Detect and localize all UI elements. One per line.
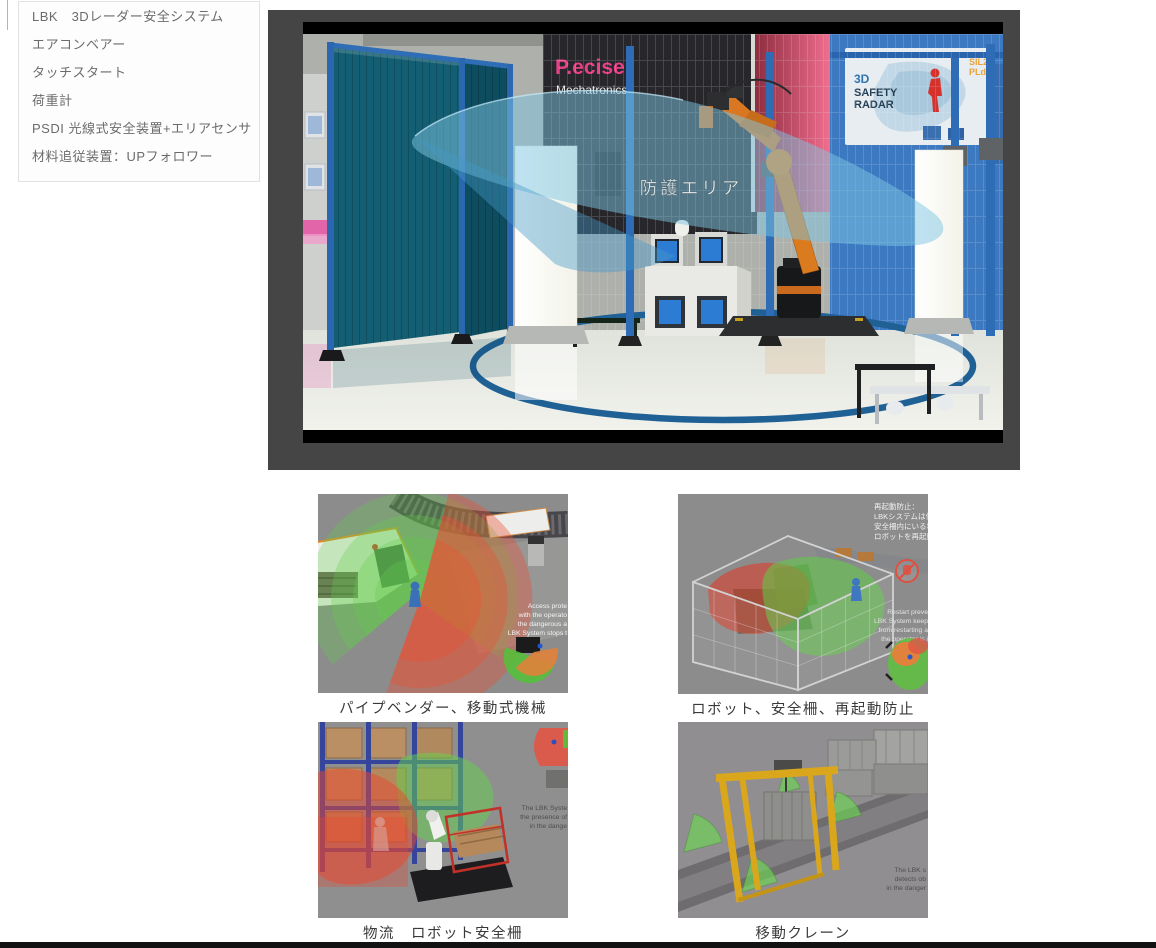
product-page: LBK 3Dレーダー安全システム エアコンベアー タッチスタート 荷重計 PSD… xyxy=(0,0,1156,948)
video-frame: P.ecise Mechatronics 3D SAFETY RADAR SIL… xyxy=(303,22,1003,443)
product-menu: LBK 3Dレーダー安全システム エアコンベアー タッチスタート 荷重計 PSD… xyxy=(18,1,260,182)
annotation-line: LBK System stops t xyxy=(508,630,567,637)
usecase-mobile-crane-image: The LBK s detects ob in the danger xyxy=(678,722,928,918)
usecase-mobile-crane: The LBK s detects ob in the danger 移動クレー… xyxy=(678,722,928,943)
sidebar-item-psdi-sensor[interactable]: PSDI 光線式安全装置+エリアセンサ xyxy=(19,115,259,143)
left-divider xyxy=(7,0,8,30)
protection-area-label: 防護エリア xyxy=(640,178,743,198)
usecase-logistics: The LBK Syste the presence of in the dan… xyxy=(318,722,568,943)
operator-figure xyxy=(852,578,860,586)
usecase-logistics-image: The LBK Syste the presence of in the dan… xyxy=(318,722,568,918)
annotation-line: the dangerous a xyxy=(518,621,567,628)
annotation-line: The LBK Syste xyxy=(522,805,568,812)
annotation-line: in the dange xyxy=(530,823,568,830)
annotation-line: Restart preve xyxy=(887,609,928,616)
annotation-line: from restarting a xyxy=(879,627,928,634)
annotation-line: 再起動防止： xyxy=(874,501,919,511)
usecase-robot-cage-image: 再起動防止： LBKシステムは作業 安全柵内にいる場合 ロボットを再起動さ Re… xyxy=(678,494,928,694)
no-restart-icon xyxy=(896,560,918,582)
annotation-line: 安全柵内にいる場合 xyxy=(874,521,928,531)
page-bottom-bar xyxy=(0,942,1156,948)
video-player[interactable]: P.ecise Mechatronics 3D SAFETY RADAR SIL… xyxy=(268,10,1020,470)
annotation-line: the presence of xyxy=(520,814,567,821)
annotation-line: Access prote xyxy=(528,603,568,610)
sidebar-item-air-conveyor[interactable]: エアコンベアー xyxy=(19,31,259,59)
usecase-pipe-bender: Access prote with the operato the danger… xyxy=(318,494,568,718)
sidebar-item-touch-start[interactable]: タッチスタート xyxy=(19,59,259,87)
annotation-line: ロボットを再起動さ xyxy=(874,532,928,541)
usecase-caption: 物流 ロボット安全柵 xyxy=(318,922,568,943)
usecase-caption: 移動クレーン xyxy=(678,922,928,943)
annotation-line: detects ob xyxy=(895,876,927,883)
annotation-line: in the danger xyxy=(886,885,926,892)
demo-booth-video-still: P.ecise Mechatronics 3D SAFETY RADAR SIL… xyxy=(303,34,1003,430)
annotation-line: LBKシステムは作業 xyxy=(874,511,928,521)
sidebar-item-lbk-3d-radar[interactable]: LBK 3Dレーダー安全システム xyxy=(19,3,259,31)
operator-figure xyxy=(411,582,420,591)
usecase-caption: ロボット、安全柵、再起動防止 xyxy=(678,698,928,719)
usecase-caption: パイプベンダー、移動式機械 xyxy=(318,697,568,718)
sidebar-item-up-follower[interactable]: 材料追従装置：UPフォロワー xyxy=(19,143,259,171)
annotation-line: The LBK s xyxy=(894,867,926,874)
usecase-pipe-bender-image: Access prote with the operato the danger… xyxy=(318,494,568,693)
annotation-line: with the operato xyxy=(518,612,568,619)
sidebar-item-load-cell[interactable]: 荷重計 xyxy=(19,87,259,115)
usecase-robot-cage: 再起動防止： LBKシステムは作業 安全柵内にいる場合 ロボットを再起動さ Re… xyxy=(678,494,928,719)
annotation-line: LBK System keep xyxy=(874,618,928,625)
containers xyxy=(826,730,928,796)
